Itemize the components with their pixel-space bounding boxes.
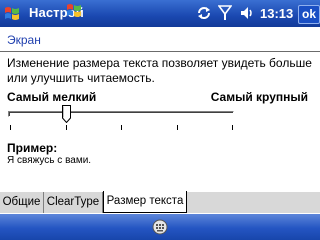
- slider-max-label: Самый крупный: [210, 90, 308, 104]
- sample-text: Я свяжусь с вами.: [7, 155, 92, 166]
- volume-icon[interactable]: [239, 5, 255, 21]
- sync-icon[interactable]: [196, 5, 212, 21]
- slider-thumb[interactable]: [61, 105, 71, 123]
- sample-label: Пример:: [7, 141, 58, 155]
- slider-min-label: Самый мелкий: [7, 90, 97, 104]
- tab-bar-filler: [187, 192, 320, 213]
- header-divider: [0, 51, 320, 52]
- slider-tick: [232, 125, 233, 130]
- slider-tick: [10, 125, 11, 130]
- title-bar: Настрой 13:13 ok: [0, 0, 320, 27]
- tab-cleartype[interactable]: ClearType: [44, 192, 103, 213]
- ok-button[interactable]: ok: [298, 5, 320, 24]
- slider-tick: [121, 125, 122, 130]
- tab-text-size[interactable]: Размер текста: [103, 191, 187, 213]
- clock[interactable]: 13:13: [260, 6, 293, 21]
- tab-general[interactable]: Общие: [0, 192, 44, 213]
- windows-flag-icon: [67, 4, 81, 17]
- page-title: Экран: [7, 33, 41, 47]
- tab-bar: Общие ClearType Размер текста: [0, 191, 320, 214]
- windows-start-icon[interactable]: [4, 5, 20, 21]
- slider-track[interactable]: [8, 111, 234, 117]
- command-bar: [0, 214, 320, 240]
- signal-icon[interactable]: [218, 5, 232, 21]
- slider-tick: [65, 125, 67, 130]
- slider-tick: [176, 125, 178, 130]
- text-size-slider[interactable]: [6, 103, 236, 133]
- description-text: Изменение размера текста позволяет увиде…: [7, 56, 312, 85]
- keyboard-icon[interactable]: [151, 219, 169, 235]
